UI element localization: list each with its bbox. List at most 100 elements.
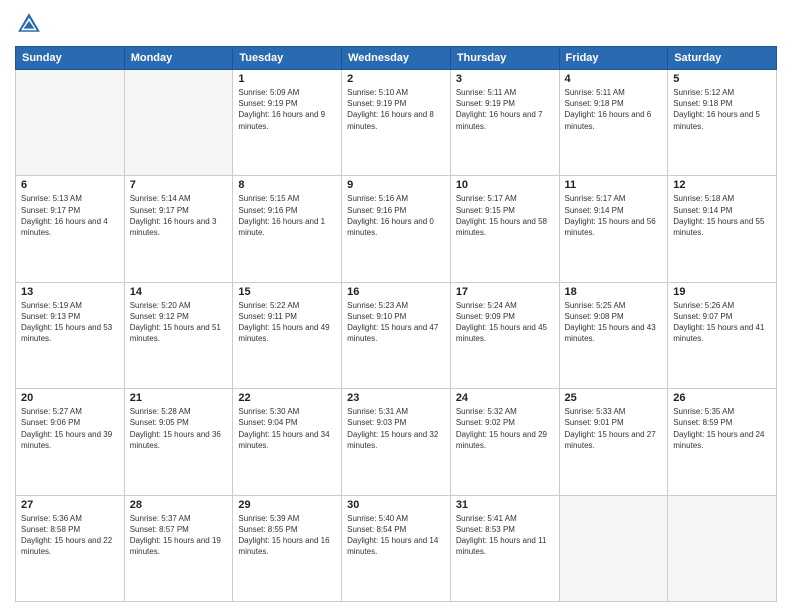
calendar-cell: 15 Sunrise: 5:22 AM Sunset: 9:11 PM Dayli… <box>233 282 342 388</box>
day-number: 26 <box>673 392 771 404</box>
day-info: Sunrise: 5:18 AM Sunset: 9:14 PM Dayligh… <box>673 193 771 238</box>
calendar-cell: 24 Sunrise: 5:32 AM Sunset: 9:02 PM Dayli… <box>450 389 559 495</box>
day-info: Sunrise: 5:36 AM Sunset: 8:58 PM Dayligh… <box>21 513 119 558</box>
day-info: Sunrise: 5:11 AM Sunset: 9:19 PM Dayligh… <box>456 87 554 132</box>
day-number: 24 <box>456 392 554 404</box>
week-row-1: 1 Sunrise: 5:09 AM Sunset: 9:19 PM Daylig… <box>16 70 777 176</box>
week-row-4: 20 Sunrise: 5:27 AM Sunset: 9:06 PM Dayli… <box>16 389 777 495</box>
calendar-cell: 29 Sunrise: 5:39 AM Sunset: 8:55 PM Dayli… <box>233 495 342 601</box>
calendar-cell: 10Sunrise: 5:17 AM Sunset: 9:15 PM Dayli… <box>450 176 559 282</box>
day-number: 6 <box>21 179 119 191</box>
calendar-cell <box>559 495 668 601</box>
day-info: Sunrise: 5:20 AM Sunset: 9:12 PM Dayligh… <box>130 300 228 345</box>
day-number: 29 <box>238 499 336 511</box>
calendar-cell: 25Sunrise: 5:33 AM Sunset: 9:01 PM Dayli… <box>559 389 668 495</box>
calendar-cell: 3 Sunrise: 5:11 AM Sunset: 9:19 PM Daylig… <box>450 70 559 176</box>
weekday-header-sunday: Sunday <box>16 47 125 70</box>
day-info: Sunrise: 5:10 AM Sunset: 9:19 PM Dayligh… <box>347 87 445 132</box>
day-number: 23 <box>347 392 445 404</box>
calendar-cell: 16 Sunrise: 5:23 AM Sunset: 9:10 PM Dayli… <box>342 282 451 388</box>
day-info: Sunrise: 5:37 AM Sunset: 8:57 PM Dayligh… <box>130 513 228 558</box>
day-number: 20 <box>21 392 119 404</box>
day-number: 21 <box>130 392 228 404</box>
day-number: 17 <box>456 286 554 298</box>
week-row-3: 13 Sunrise: 5:19 AM Sunset: 9:13 PM Dayli… <box>16 282 777 388</box>
day-number: 22 <box>238 392 336 404</box>
day-number: 13 <box>21 286 119 298</box>
day-info: Sunrise: 5:24 AM Sunset: 9:09 PM Dayligh… <box>456 300 554 345</box>
weekday-header-wednesday: Wednesday <box>342 47 451 70</box>
day-info: Sunrise: 5:26 AM Sunset: 9:07 PM Dayligh… <box>673 300 771 345</box>
day-number: 7 <box>130 179 228 191</box>
day-number: 4 <box>565 73 663 85</box>
calendar-cell: 12 Sunrise: 5:18 AM Sunset: 9:14 PM Dayli… <box>668 176 777 282</box>
calendar-cell: 1 Sunrise: 5:09 AM Sunset: 9:19 PM Daylig… <box>233 70 342 176</box>
calendar-cell: 6 Sunrise: 5:13 AM Sunset: 9:17 PM Daylig… <box>16 176 125 282</box>
day-number: 9 <box>347 179 445 191</box>
week-row-2: 6 Sunrise: 5:13 AM Sunset: 9:17 PM Daylig… <box>16 176 777 282</box>
weekday-header-thursday: Thursday <box>450 47 559 70</box>
day-info: Sunrise: 5:39 AM Sunset: 8:55 PM Dayligh… <box>238 513 336 558</box>
calendar-cell: 20 Sunrise: 5:27 AM Sunset: 9:06 PM Dayli… <box>16 389 125 495</box>
day-info: Sunrise: 5:09 AM Sunset: 9:19 PM Dayligh… <box>238 87 336 132</box>
day-number: 25 <box>565 392 663 404</box>
calendar-cell: 28 Sunrise: 5:37 AM Sunset: 8:57 PM Dayli… <box>124 495 233 601</box>
day-info: Sunrise: 5:14 AM Sunset: 9:17 PM Dayligh… <box>130 193 228 238</box>
calendar-cell: 30Sunrise: 5:40 AM Sunset: 8:54 PM Dayli… <box>342 495 451 601</box>
calendar-cell <box>124 70 233 176</box>
calendar-cell: 8 Sunrise: 5:15 AM Sunset: 9:16 PM Daylig… <box>233 176 342 282</box>
day-info: Sunrise: 5:30 AM Sunset: 9:04 PM Dayligh… <box>238 406 336 451</box>
day-info: Sunrise: 5:19 AM Sunset: 9:13 PM Dayligh… <box>21 300 119 345</box>
calendar-cell: 2 Sunrise: 5:10 AM Sunset: 9:19 PM Daylig… <box>342 70 451 176</box>
day-number: 8 <box>238 179 336 191</box>
day-info: Sunrise: 5:11 AM Sunset: 9:18 PM Dayligh… <box>565 87 663 132</box>
day-info: Sunrise: 5:13 AM Sunset: 9:17 PM Dayligh… <box>21 193 119 238</box>
weekday-header-saturday: Saturday <box>668 47 777 70</box>
day-info: Sunrise: 5:35 AM Sunset: 8:59 PM Dayligh… <box>673 406 771 451</box>
calendar-cell: 11Sunrise: 5:17 AM Sunset: 9:14 PM Dayli… <box>559 176 668 282</box>
day-number: 19 <box>673 286 771 298</box>
day-info: Sunrise: 5:27 AM Sunset: 9:06 PM Dayligh… <box>21 406 119 451</box>
calendar-cell: 31Sunrise: 5:41 AM Sunset: 8:53 PM Dayli… <box>450 495 559 601</box>
calendar-cell: 7 Sunrise: 5:14 AM Sunset: 9:17 PM Daylig… <box>124 176 233 282</box>
day-info: Sunrise: 5:16 AM Sunset: 9:16 PM Dayligh… <box>347 193 445 238</box>
calendar-cell: 4 Sunrise: 5:11 AM Sunset: 9:18 PM Daylig… <box>559 70 668 176</box>
week-row-5: 27Sunrise: 5:36 AM Sunset: 8:58 PM Dayli… <box>16 495 777 601</box>
day-number: 1 <box>238 73 336 85</box>
calendar-cell: 13 Sunrise: 5:19 AM Sunset: 9:13 PM Dayli… <box>16 282 125 388</box>
header <box>15 10 777 38</box>
logo-icon <box>15 10 43 38</box>
day-info: Sunrise: 5:32 AM Sunset: 9:02 PM Dayligh… <box>456 406 554 451</box>
day-number: 10 <box>456 179 554 191</box>
day-info: Sunrise: 5:31 AM Sunset: 9:03 PM Dayligh… <box>347 406 445 451</box>
weekday-header-row: SundayMondayTuesdayWednesdayThursdayFrid… <box>16 47 777 70</box>
day-number: 18 <box>565 286 663 298</box>
calendar-cell: 17 Sunrise: 5:24 AM Sunset: 9:09 PM Dayli… <box>450 282 559 388</box>
calendar-cell <box>668 495 777 601</box>
day-number: 12 <box>673 179 771 191</box>
day-info: Sunrise: 5:40 AM Sunset: 8:54 PM Dayligh… <box>347 513 445 558</box>
day-info: Sunrise: 5:15 AM Sunset: 9:16 PM Dayligh… <box>238 193 336 238</box>
calendar-cell: 23 Sunrise: 5:31 AM Sunset: 9:03 PM Dayli… <box>342 389 451 495</box>
calendar-cell: 9 Sunrise: 5:16 AM Sunset: 9:16 PM Daylig… <box>342 176 451 282</box>
calendar-cell: 21 Sunrise: 5:28 AM Sunset: 9:05 PM Dayli… <box>124 389 233 495</box>
calendar-cell: 27Sunrise: 5:36 AM Sunset: 8:58 PM Dayli… <box>16 495 125 601</box>
day-number: 5 <box>673 73 771 85</box>
day-number: 2 <box>347 73 445 85</box>
day-info: Sunrise: 5:22 AM Sunset: 9:11 PM Dayligh… <box>238 300 336 345</box>
day-info: Sunrise: 5:17 AM Sunset: 9:14 PM Dayligh… <box>565 193 663 238</box>
day-number: 15 <box>238 286 336 298</box>
day-number: 3 <box>456 73 554 85</box>
day-info: Sunrise: 5:23 AM Sunset: 9:10 PM Dayligh… <box>347 300 445 345</box>
weekday-header-monday: Monday <box>124 47 233 70</box>
calendar-cell: 5Sunrise: 5:12 AM Sunset: 9:18 PM Daylig… <box>668 70 777 176</box>
weekday-header-tuesday: Tuesday <box>233 47 342 70</box>
day-number: 16 <box>347 286 445 298</box>
calendar-cell: 19 Sunrise: 5:26 AM Sunset: 9:07 PM Dayli… <box>668 282 777 388</box>
day-number: 28 <box>130 499 228 511</box>
day-info: Sunrise: 5:28 AM Sunset: 9:05 PM Dayligh… <box>130 406 228 451</box>
day-number: 31 <box>456 499 554 511</box>
calendar-cell: 18Sunrise: 5:25 AM Sunset: 9:08 PM Dayli… <box>559 282 668 388</box>
calendar-cell <box>16 70 125 176</box>
logo <box>15 10 47 38</box>
